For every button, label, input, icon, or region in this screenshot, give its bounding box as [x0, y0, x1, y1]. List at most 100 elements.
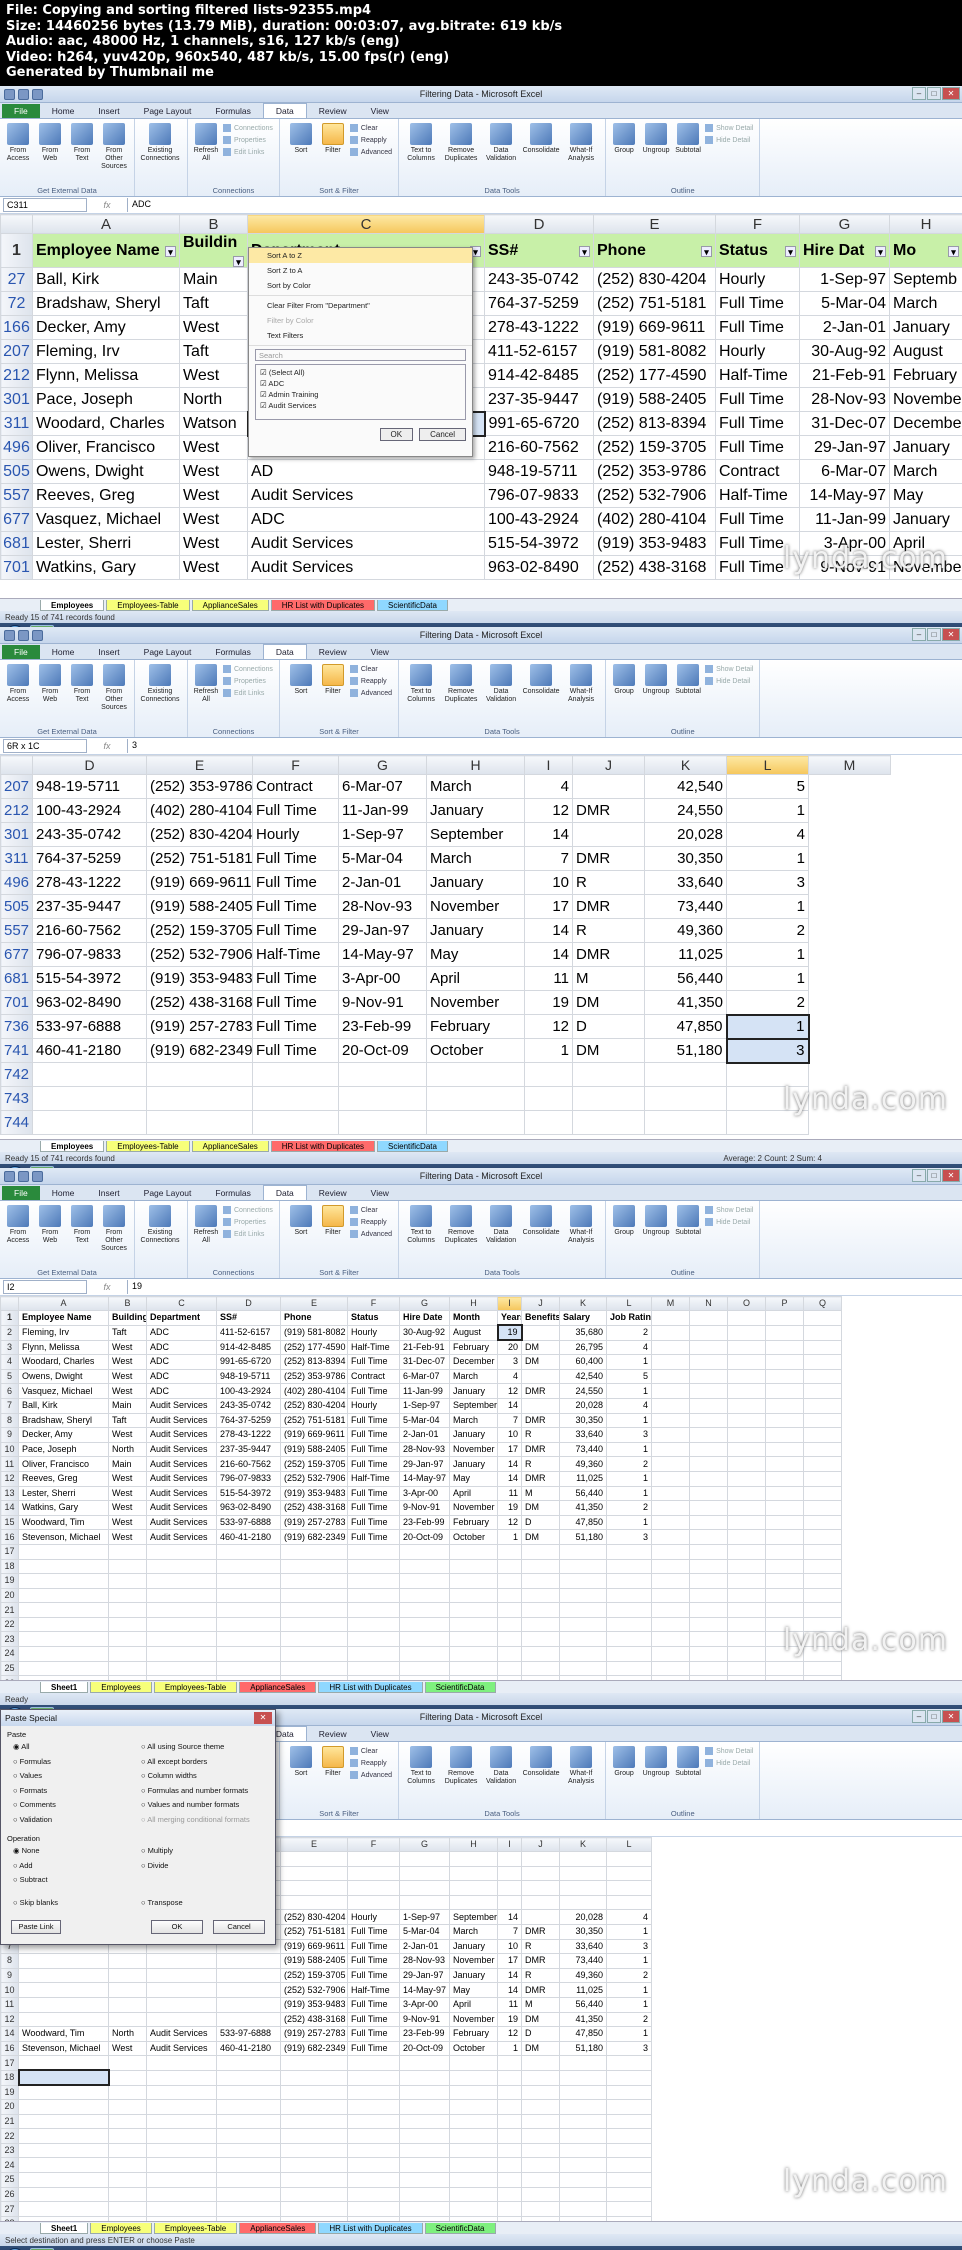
cell[interactable]: 1: [606, 1441, 652, 1458]
cell[interactable]: [108, 2201, 147, 2217]
cell[interactable]: [689, 1675, 728, 1680]
cell[interactable]: Full Time: [252, 870, 339, 895]
cell[interactable]: [559, 1646, 607, 1662]
cell[interactable]: [606, 1675, 652, 1680]
cell[interactable]: 19: [497, 2011, 522, 2028]
cell[interactable]: 20,028: [559, 1909, 607, 1925]
ribbon-button[interactable]: From Other Sources: [99, 1203, 129, 1278]
cell[interactable]: Full Time: [252, 1014, 339, 1039]
cell[interactable]: [606, 2157, 652, 2174]
cell[interactable]: Audit Services: [146, 2040, 217, 2057]
cell[interactable]: [497, 2099, 522, 2115]
cell[interactable]: [803, 1543, 842, 1560]
cell[interactable]: [727, 1456, 766, 1472]
cell[interactable]: Owens, Dwight: [18, 1368, 109, 1385]
cell[interactable]: (919) 353-9483: [593, 531, 716, 556]
cell[interactable]: Hourly: [347, 1324, 400, 1341]
ribbon-button[interactable]: From Other Sources: [99, 121, 129, 196]
cell[interactable]: September: [449, 1909, 498, 1925]
cell[interactable]: [449, 2215, 498, 2221]
cell[interactable]: 796-07-9833: [32, 942, 147, 967]
cell[interactable]: [146, 2069, 217, 2086]
sheet-tab[interactable]: Sheet1: [40, 1681, 89, 1693]
cell[interactable]: [399, 2069, 450, 2086]
column-header[interactable]: I: [497, 1837, 522, 1852]
cell[interactable]: [803, 1514, 842, 1531]
cell[interactable]: [399, 1675, 450, 1680]
cell[interactable]: Full Time: [347, 1354, 400, 1370]
cell[interactable]: [521, 1880, 560, 1896]
cell[interactable]: [399, 1616, 450, 1633]
cell[interactable]: 533-97-6888: [216, 1514, 281, 1531]
cell[interactable]: [216, 1660, 281, 1677]
cell[interactable]: (919) 588-2405: [280, 1953, 348, 1969]
cell[interactable]: January: [426, 870, 525, 895]
ribbon-button[interactable]: Subtotal: [673, 1203, 703, 1278]
cell[interactable]: 11,025: [559, 1470, 607, 1487]
cell[interactable]: [18, 2011, 109, 2028]
cell[interactable]: [727, 1573, 766, 1589]
redo-icon[interactable]: [32, 1170, 43, 1182]
cell[interactable]: December: [889, 411, 962, 436]
fx-icon[interactable]: fx: [87, 1282, 127, 1292]
small-button[interactable]: Edit Links: [223, 689, 273, 697]
tab-home[interactable]: Home: [40, 1186, 87, 1200]
small-button[interactable]: Edit Links: [223, 148, 273, 156]
cell[interactable]: Department: [146, 1310, 217, 1326]
cell[interactable]: DMR: [521, 1923, 560, 1940]
cell[interactable]: [347, 1573, 400, 1589]
cell[interactable]: [765, 1543, 804, 1560]
cell[interactable]: [727, 1646, 766, 1662]
cell[interactable]: 1: [606, 1470, 652, 1487]
cell[interactable]: [651, 1543, 690, 1560]
cell[interactable]: (919) 581-8082: [593, 339, 716, 364]
cell[interactable]: 1: [606, 1383, 652, 1399]
cell[interactable]: [347, 2142, 400, 2159]
cell[interactable]: 14-May-97: [799, 483, 890, 508]
cell[interactable]: ADC: [146, 1324, 217, 1341]
undo-icon[interactable]: [18, 88, 29, 100]
cancel-button[interactable]: Cancel: [419, 428, 466, 441]
cell[interactable]: [606, 2186, 652, 2203]
cell[interactable]: 796-07-9833: [216, 1470, 281, 1487]
cell[interactable]: 21-Feb-91: [799, 363, 890, 388]
column-header[interactable]: F: [252, 755, 339, 775]
cell[interactable]: (252) 177-4590: [593, 363, 716, 388]
cell[interactable]: Half-Time: [715, 483, 800, 508]
cell[interactable]: [765, 1514, 804, 1531]
cell[interactable]: [18, 2142, 109, 2159]
paste-option-radio[interactable]: All: [13, 1742, 29, 1751]
cell[interactable]: [765, 1470, 804, 1487]
cell[interactable]: North: [179, 387, 248, 412]
menu-item[interactable]: Sort Z to A: [249, 263, 472, 278]
cell[interactable]: ADC: [146, 1383, 217, 1399]
cell[interactable]: [727, 1602, 766, 1618]
cell[interactable]: [559, 2157, 607, 2174]
cell[interactable]: May: [426, 942, 525, 967]
sheet-tab[interactable]: Employees: [90, 2222, 152, 2234]
cell[interactable]: 216-60-7562: [484, 435, 594, 460]
ribbon-button[interactable]: From Text: [67, 1203, 97, 1278]
cell[interactable]: [524, 1086, 573, 1111]
cell[interactable]: 1: [606, 1514, 652, 1531]
cell[interactable]: 963-02-8490: [32, 990, 147, 1015]
cell[interactable]: [606, 1558, 652, 1575]
cell[interactable]: 237-35-9447: [32, 894, 147, 919]
cell[interactable]: [497, 2215, 522, 2221]
cell[interactable]: [644, 1110, 727, 1135]
cell[interactable]: [146, 1967, 217, 1984]
cell[interactable]: 11-Jan-99: [338, 798, 427, 823]
column-header[interactable]: D: [216, 1296, 281, 1311]
cell[interactable]: [521, 2084, 560, 2101]
cell[interactable]: [651, 1616, 690, 1633]
cell[interactable]: [216, 2011, 281, 2028]
tab-formulas[interactable]: Formulas: [203, 104, 262, 118]
cell[interactable]: 3: [497, 1354, 522, 1370]
cell[interactable]: [338, 1110, 427, 1135]
cell[interactable]: [18, 2099, 109, 2115]
cell[interactable]: 10: [497, 1427, 522, 1443]
cell[interactable]: [651, 1339, 690, 1356]
cell[interactable]: October: [449, 2040, 498, 2057]
cell[interactable]: [426, 1086, 525, 1111]
formula-input[interactable]: 19: [127, 1280, 962, 1294]
